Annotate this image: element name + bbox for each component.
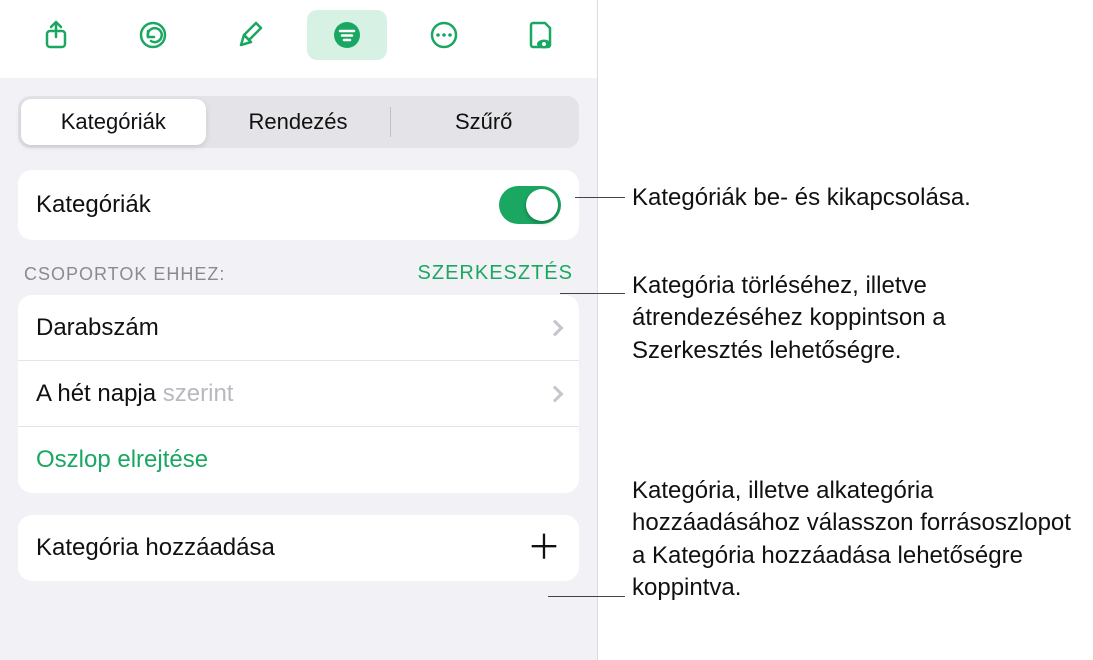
share-button[interactable] <box>16 10 96 60</box>
group-row-text: A hét napja <box>36 380 163 407</box>
segmented-control: Kategóriák Rendezés Szűrő <box>18 96 579 148</box>
hide-column-row[interactable]: Oszlop elrejtése <box>18 427 579 493</box>
tab-filter[interactable]: Szűrő <box>391 99 576 145</box>
organize-icon <box>331 19 363 51</box>
document-eye-icon <box>525 19 557 51</box>
edit-button[interactable]: SZERKESZTÉS <box>418 262 573 285</box>
group-row-label: A hét napja szerint <box>36 380 549 408</box>
chevron-right-icon <box>547 319 564 336</box>
categories-toggle-label: Kategóriák <box>36 191 499 219</box>
panel-body: Kategóriák Rendezés Szűrő Kategóriák CSO… <box>0 78 597 660</box>
callout-add: Kategória, illetve alkategória hozzáadás… <box>632 475 1082 605</box>
callout-edit: Kategória törléséhez, illetve átrendezés… <box>632 270 1072 367</box>
more-icon <box>428 19 460 51</box>
chevron-right-icon <box>547 385 564 402</box>
group-row-label: Darabszám <box>36 314 549 342</box>
tab-categories[interactable]: Kategóriák <box>21 99 206 145</box>
toolbar <box>0 0 597 78</box>
group-row-weekday[interactable]: A hét napja szerint <box>18 361 579 427</box>
paintbrush-icon <box>234 19 266 51</box>
callout-toggle: Kategóriák be- és kikapcsolása. <box>632 182 1072 214</box>
preview-button[interactable] <box>501 10 581 60</box>
groups-section-header: CSOPORTOK EHHEZ: SZERKESZTÉS <box>18 262 579 291</box>
categories-toggle-row: Kategóriák <box>18 170 579 240</box>
format-button[interactable] <box>210 10 290 60</box>
group-row-count[interactable]: Darabszám <box>18 295 579 361</box>
hide-column-label: Oszlop elrejtése <box>36 446 208 474</box>
groups-card: Darabszám A hét napja szerint Oszlop elr… <box>18 295 579 493</box>
add-category-label: Kategória hozzáadása <box>36 534 527 562</box>
callout-line <box>575 197 625 198</box>
add-category-card: Kategória hozzáadása ＋ <box>18 515 579 581</box>
callout-line <box>560 293 625 294</box>
group-row-muted: szerint <box>163 380 234 407</box>
categories-panel: Kategóriák Rendezés Szűrő Kategóriák CSO… <box>0 0 598 660</box>
plus-icon: ＋ <box>527 531 561 565</box>
tab-sort[interactable]: Rendezés <box>206 99 391 145</box>
share-icon <box>40 19 72 51</box>
more-button[interactable] <box>404 10 484 60</box>
callout-line <box>548 596 625 597</box>
organize-button[interactable] <box>307 10 387 60</box>
undo-button[interactable] <box>113 10 193 60</box>
categories-toggle-card: Kategóriák <box>18 170 579 240</box>
undo-icon <box>137 19 169 51</box>
toggle-knob <box>526 189 558 221</box>
groups-section-title: CSOPORTOK EHHEZ: <box>24 264 225 285</box>
add-category-row[interactable]: Kategória hozzáadása ＋ <box>18 515 579 581</box>
categories-toggle[interactable] <box>499 186 561 224</box>
